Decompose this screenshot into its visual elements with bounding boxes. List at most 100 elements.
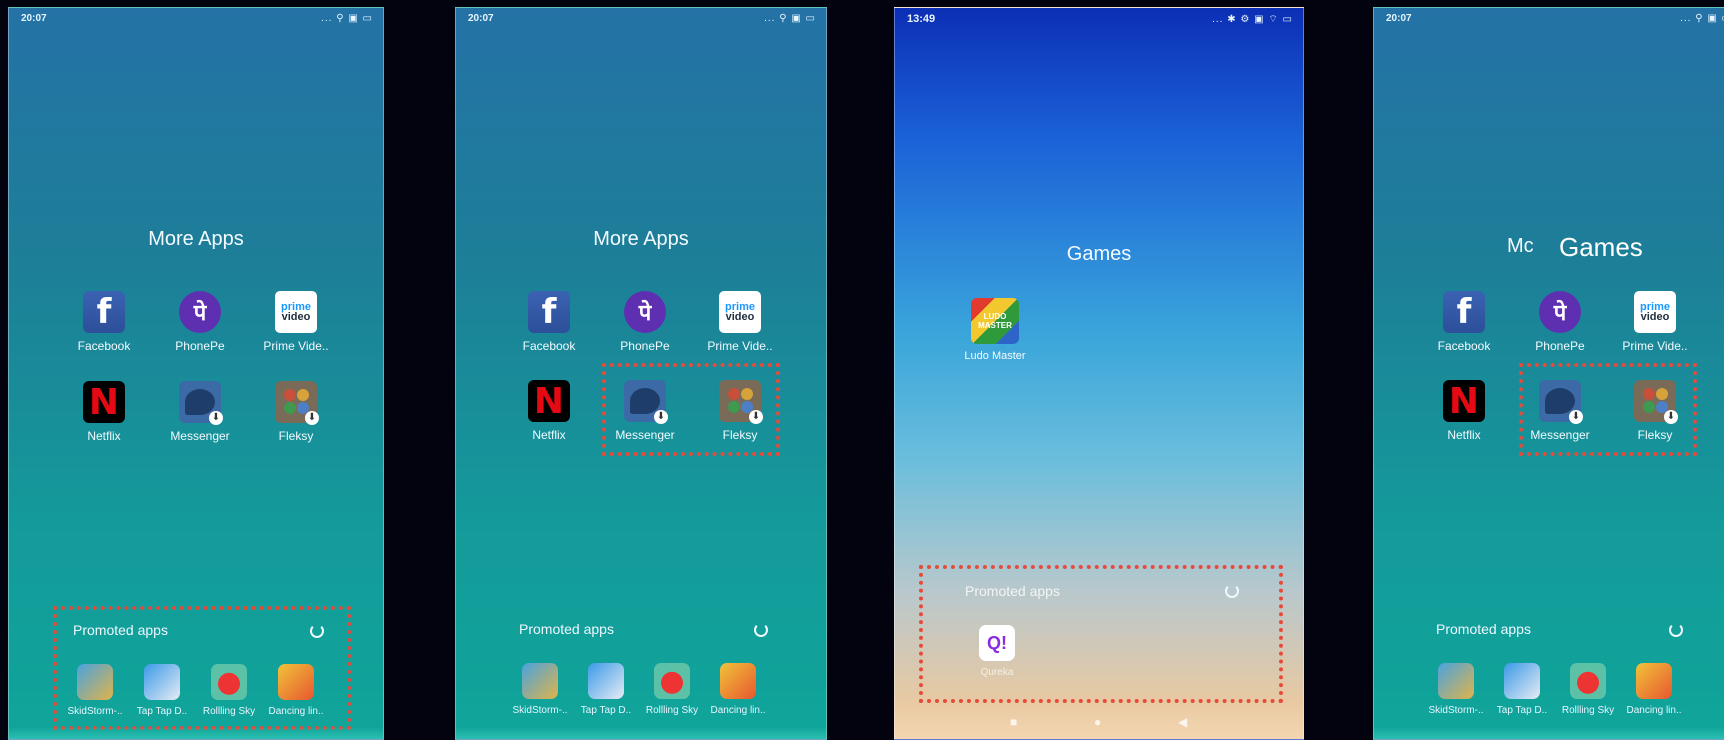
- status-time: 13:49: [907, 13, 936, 25]
- home-icon[interactable]: ●: [1094, 715, 1101, 729]
- ludo-master-icon: LUDO MASTER: [971, 298, 1019, 344]
- promoted-app-label: Dancing lin..: [268, 706, 324, 717]
- app-netflix[interactable]: N Netflix: [56, 381, 152, 443]
- app-label: Prime Vide..: [263, 339, 329, 353]
- promoted-app-label: Qureka: [980, 667, 1014, 678]
- download-badge-icon: ⬇: [209, 411, 223, 425]
- app-prime-video[interactable]: prime video Prime Vide..: [692, 291, 788, 353]
- promoted-apps-title: Promoted apps: [73, 622, 168, 638]
- app-label: Netflix: [532, 428, 566, 442]
- promoted-app[interactable]: Tap Tap D..: [573, 663, 639, 716]
- app-label: PhonePe: [620, 339, 670, 353]
- app-label: Ludo Master: [964, 350, 1026, 362]
- prime-video-icon: prime video: [275, 291, 317, 333]
- rolling-sky-icon: [211, 664, 247, 700]
- promoted-apps-title: Promoted apps: [1436, 621, 1531, 637]
- promoted-apps-title: Promoted apps: [519, 621, 614, 637]
- app-label: Messenger: [170, 429, 230, 443]
- refresh-icon[interactable]: [310, 624, 324, 638]
- app-phonepe[interactable]: पे PhonePe: [597, 291, 693, 353]
- tap-tap-dash-icon: [1504, 663, 1540, 699]
- phone-screen-4: 20:07 ... ⚲ ▣ ▭ Mc Games f Facebook पे P…: [1373, 7, 1724, 740]
- app-phonepe[interactable]: पे PhonePe: [1512, 291, 1608, 353]
- app-label: Prime Vide..: [707, 339, 773, 353]
- app-label: PhonePe: [175, 339, 225, 353]
- recent-apps-icon[interactable]: ■: [1010, 715, 1017, 729]
- dock-glow: [456, 727, 826, 739]
- promoted-app[interactable]: Rollling Sky: [196, 664, 262, 717]
- rolling-sky-icon: [654, 663, 690, 699]
- refresh-icon[interactable]: [754, 623, 768, 637]
- app-phonepe[interactable]: पे PhonePe: [152, 291, 248, 353]
- promoted-app[interactable]: SkidStorm-..: [1423, 663, 1489, 716]
- app-facebook[interactable]: f Facebook: [501, 291, 597, 353]
- app-netflix[interactable]: N Netflix: [501, 380, 597, 442]
- app-facebook[interactable]: f Facebook: [1416, 291, 1512, 353]
- promoted-app[interactable]: SkidStorm-..: [62, 664, 128, 717]
- promoted-app-label: Tap Tap D..: [580, 705, 632, 716]
- netflix-icon: N: [83, 381, 125, 423]
- status-bar: 20:07 ... ⚲ ▣ ▭: [1374, 13, 1724, 29]
- promoted-app[interactable]: Dancing lin..: [263, 664, 329, 717]
- facebook-icon: f: [528, 291, 570, 333]
- promoted-app-label: Tap Tap D..: [1496, 705, 1548, 716]
- status-bar: 13:49 ... ✱ ⚙ ▣ ⌔ ▭: [895, 13, 1303, 29]
- promoted-app[interactable]: Q! Qureka: [964, 625, 1030, 678]
- promoted-app[interactable]: SkidStorm-..: [507, 663, 573, 716]
- app-messenger[interactable]: ⬇ Messenger: [152, 381, 248, 443]
- refresh-icon[interactable]: [1669, 623, 1683, 637]
- folder-title[interactable]: Games: [895, 243, 1303, 266]
- qureka-icon: Q!: [979, 625, 1015, 661]
- status-time: 20:07: [21, 13, 47, 24]
- system-icons: ... ✱ ⚙ ▣ ⌔ ▭: [1212, 14, 1293, 25]
- dock-glow: [1374, 727, 1724, 739]
- app-label: PhonePe: [1535, 339, 1585, 353]
- highlight-box: [1519, 363, 1697, 456]
- skidstorm-icon: [1438, 663, 1474, 699]
- promoted-app[interactable]: Rollling Sky: [1555, 663, 1621, 716]
- dancing-line-icon: [720, 663, 756, 699]
- status-time: 20:07: [1386, 13, 1412, 24]
- prime-video-icon: prime video: [719, 291, 761, 333]
- app-label: Netflix: [87, 429, 121, 443]
- promoted-app-label: Rollling Sky: [645, 705, 699, 716]
- facebook-icon: f: [83, 291, 125, 333]
- promoted-app[interactable]: Dancing lin..: [705, 663, 771, 716]
- promoted-app-label: Dancing lin..: [1626, 705, 1682, 716]
- promoted-app-label: Rollling Sky: [1561, 705, 1615, 716]
- promoted-apps-title: Promoted apps: [965, 583, 1060, 599]
- app-ludo-master[interactable]: LUDO MASTER Ludo Master: [947, 298, 1043, 362]
- back-icon[interactable]: ◀: [1178, 715, 1187, 729]
- app-label: Facebook: [77, 339, 131, 353]
- promoted-app-label: SkidStorm-..: [1428, 705, 1484, 716]
- refresh-icon[interactable]: [1225, 584, 1239, 598]
- app-prime-video[interactable]: prime video Prime Vide..: [248, 291, 344, 353]
- folder-title[interactable]: More Apps: [9, 228, 383, 251]
- system-icons: ... ⚲ ▣ ▭: [321, 13, 373, 24]
- netflix-icon: N: [528, 380, 570, 422]
- phonepe-icon: पे: [179, 291, 221, 333]
- promoted-app[interactable]: Tap Tap D..: [1489, 663, 1555, 716]
- phonepe-icon: पे: [1539, 291, 1581, 333]
- folder-title[interactable]: More Apps: [456, 228, 826, 251]
- netflix-icon: N: [1443, 380, 1485, 422]
- video-text: video: [281, 311, 311, 323]
- promoted-app[interactable]: Tap Tap D..: [129, 664, 195, 717]
- app-fleksy[interactable]: ⬇ Fleksy: [248, 381, 344, 443]
- app-netflix[interactable]: N Netflix: [1416, 380, 1512, 442]
- download-badge-icon: ⬇: [305, 411, 319, 425]
- fleksy-icon: ⬇: [275, 381, 319, 425]
- promoted-app-label: Rollling Sky: [202, 706, 256, 717]
- app-facebook[interactable]: f Facebook: [56, 291, 152, 353]
- app-prime-video[interactable]: prime video Prime Vide..: [1607, 291, 1703, 353]
- promoted-app[interactable]: Dancing lin..: [1621, 663, 1687, 716]
- status-time: 20:07: [468, 13, 494, 24]
- dock-glow: [9, 727, 383, 739]
- promoted-app-label: Tap Tap D..: [136, 706, 188, 717]
- promoted-app[interactable]: Rollling Sky: [639, 663, 705, 716]
- tap-tap-dash-icon: [588, 663, 624, 699]
- video-text: video: [1640, 311, 1670, 323]
- facebook-icon: f: [1443, 291, 1485, 333]
- folder-title[interactable]: Mc: [1507, 235, 1534, 258]
- prime-video-icon: prime video: [1634, 291, 1676, 333]
